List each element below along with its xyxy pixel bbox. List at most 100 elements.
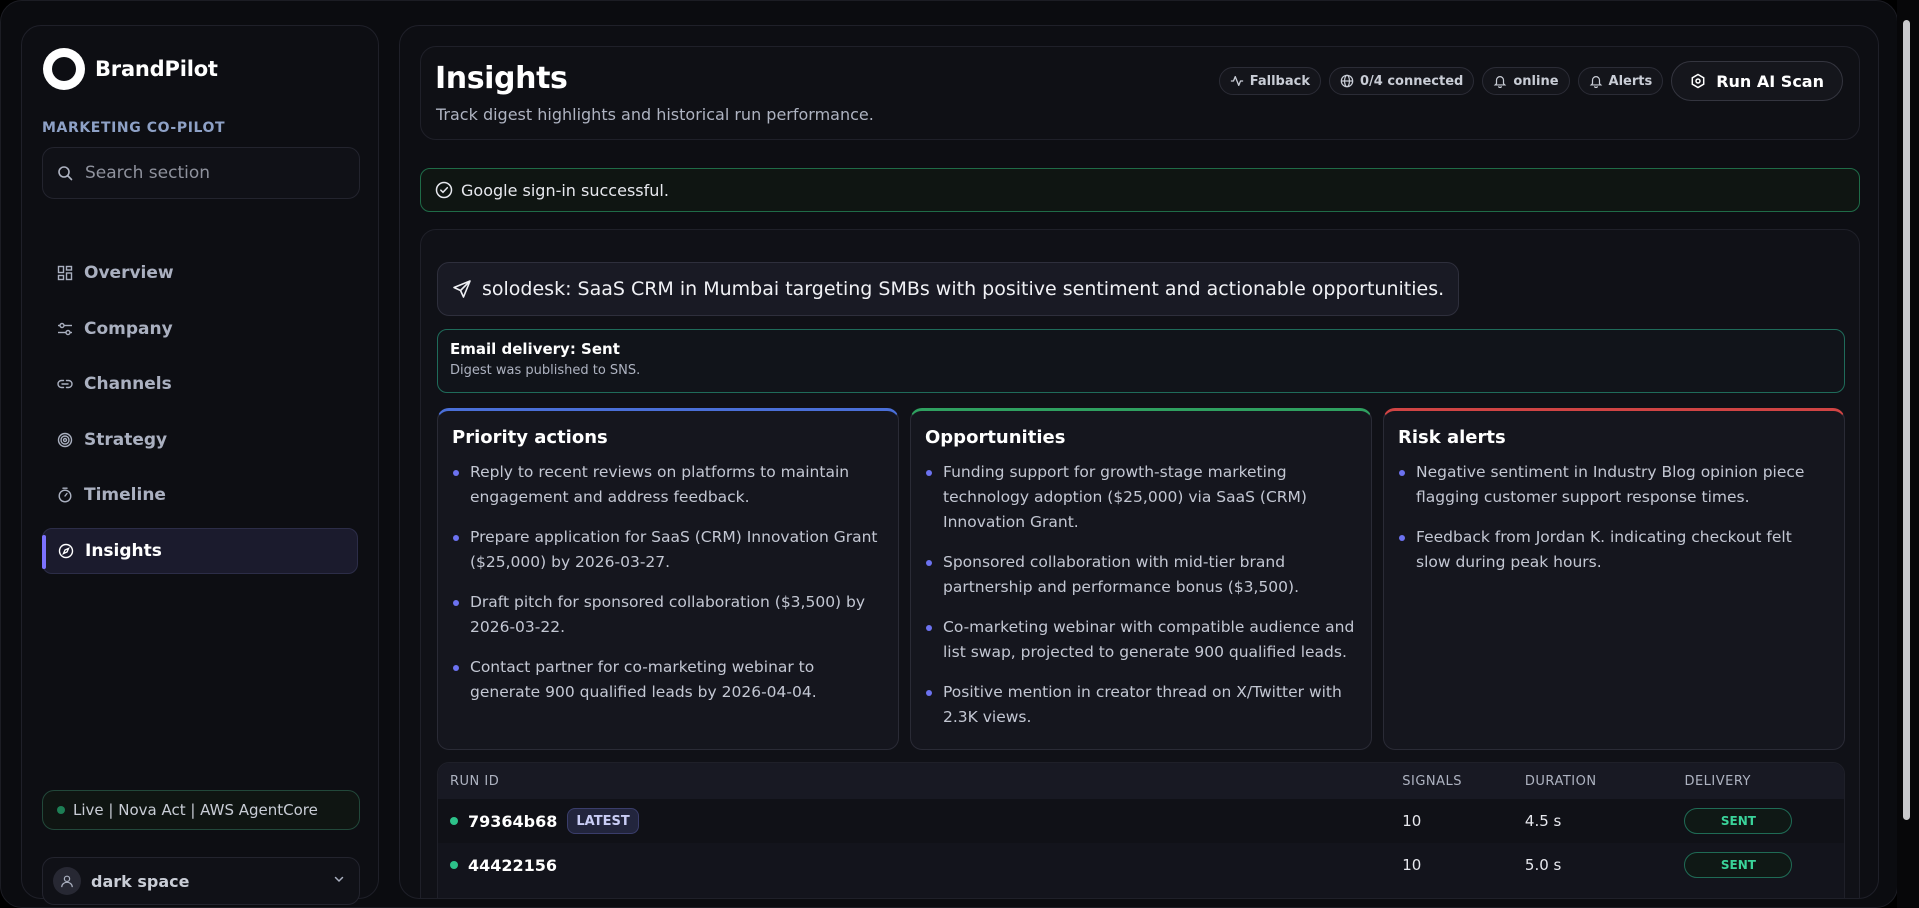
column-header-delivery: DELIVERY (1684, 773, 1752, 789)
column-header-signals: SIGNALS (1402, 773, 1463, 789)
chevron-down-icon (333, 873, 345, 885)
email-delivery-status: Email delivery: Sent Digest was publishe… (437, 329, 1845, 393)
table-row[interactable]: 44422156 10 5.0 s SENT (438, 843, 1844, 887)
status-dot-icon (57, 806, 65, 814)
sliders-icon (56, 320, 74, 338)
sidebar-item-timeline[interactable]: Timeline (42, 472, 358, 518)
list-item: Funding support for growth-stage marketi… (925, 460, 1357, 535)
digest-summary: solodesk: SaaS CRM in Mumbai targeting S… (437, 262, 1460, 316)
page-header: Insights Track digest highlights and his… (420, 46, 1860, 140)
search-icon (57, 165, 73, 181)
app-window: BrandPilot MARKETING CO-PILOT Overview C… (0, 0, 1898, 908)
run-signals: 10 (1402, 812, 1422, 830)
sidebar-item-channels[interactable]: Channels (42, 361, 358, 407)
user-name: dark space (91, 871, 190, 891)
brand-logo-icon (43, 48, 85, 90)
hexagon-icon (1690, 73, 1706, 89)
table-header: RUN ID SIGNALS DURATION DELIVERY (438, 763, 1844, 799)
chip-label: 0/4 connected (1359, 73, 1464, 89)
run-button-label: Run AI Scan (1716, 71, 1824, 91)
target-icon (56, 431, 74, 449)
sidebar-item-insights[interactable]: Insights (42, 527, 358, 574)
sidebar-item-strategy[interactable]: Strategy (42, 417, 358, 463)
summary-text: solodesk: SaaS CRM in Mumbai targeting S… (482, 278, 1445, 300)
brand[interactable]: BrandPilot (43, 48, 218, 90)
sidebar-item-label: Insights (85, 540, 162, 561)
delivery-status-badge: SENT (1684, 852, 1793, 878)
card-title: Priority actions (452, 427, 608, 448)
connections-chip[interactable]: 0/4 connected (1328, 67, 1475, 95)
timer-icon (56, 486, 74, 504)
run-duration: 5.0 s (1524, 856, 1562, 874)
list-item: Feedback from Jordan K. indicating check… (1398, 525, 1830, 575)
sidebar-item-overview[interactable]: Overview (42, 250, 358, 296)
run-ai-scan-button[interactable]: Run AI Scan (1671, 61, 1843, 101)
banner-text: Google sign-in successful. (461, 180, 669, 200)
run-duration: 4.5 s (1524, 812, 1562, 830)
fallback-chip[interactable]: Fallback (1218, 67, 1321, 95)
globe-icon (1340, 74, 1354, 88)
page-title: Insights (435, 61, 568, 96)
avatar (53, 867, 81, 895)
list-item: Contact partner for co-marketing webinar… (452, 655, 884, 705)
grid-icon (56, 264, 74, 282)
success-banner: Google sign-in successful. (420, 168, 1860, 212)
list-item: Positive mention in creator thread on X/… (925, 680, 1357, 730)
run-id: 44422156 (468, 855, 558, 875)
delivery-status-badge: SENT (1684, 808, 1793, 834)
online-chip[interactable]: online (1482, 67, 1570, 95)
status-text: Live | Nova Act | AWS AgentCore (73, 801, 318, 819)
brand-name: BrandPilot (95, 57, 218, 81)
priority-actions-card: Priority actions Reply to recent reviews… (437, 408, 899, 750)
search-input[interactable] (85, 163, 335, 183)
insight-cards: Priority actions Reply to recent reviews… (437, 408, 1845, 750)
list-item: Prepare application for SaaS (CRM) Innov… (452, 525, 884, 575)
insights-content: solodesk: SaaS CRM in Mumbai targeting S… (420, 229, 1860, 898)
list-item: Sponsored collaboration with mid-tier br… (925, 550, 1357, 600)
list-item: Draft pitch for sponsored collaboration … (452, 590, 884, 640)
chip-label: online (1513, 73, 1559, 89)
run-id: 79364b68 (468, 811, 558, 831)
status-pill: Live | Nova Act | AWS AgentCore (42, 790, 360, 830)
chip-label: Fallback (1249, 73, 1310, 89)
latest-badge: LATEST (567, 808, 639, 834)
sidebar-item-label: Strategy (84, 429, 168, 450)
sidebar-item-label: Company (84, 318, 173, 339)
card-title: Risk alerts (1398, 427, 1506, 448)
sidebar-item-label: Overview (84, 263, 174, 283)
run-signals: 10 (1402, 856, 1422, 874)
risk-alerts-card: Risk alerts Negative sentiment in Indust… (1383, 408, 1845, 750)
link-icon (56, 375, 74, 393)
email-status-detail: Digest was published to SNS. (450, 363, 641, 378)
list-item: Co-marketing webinar with compatible aud… (925, 615, 1357, 665)
card-title: Opportunities (925, 427, 1066, 448)
page-subtitle: Track digest highlights and historical r… (436, 105, 874, 124)
column-header-run-id: RUN ID (450, 773, 500, 789)
chip-label: Alerts (1608, 73, 1653, 89)
opportunities-card: Opportunities Funding support for growth… (910, 408, 1372, 750)
activity-icon (1230, 74, 1244, 88)
bell-icon (1493, 74, 1507, 88)
email-status-title: Email delivery: Sent (450, 340, 620, 358)
table-row[interactable]: 79364b68 LATEST 10 4.5 s SENT (438, 799, 1844, 843)
send-icon (452, 279, 472, 299)
main-panel: Insights Track digest highlights and his… (399, 25, 1879, 899)
run-history-table: RUN ID SIGNALS DURATION DELIVERY 79364b6… (437, 762, 1845, 898)
alerts-chip[interactable]: Alerts (1577, 67, 1664, 95)
sidebar-nav: Overview Company Channels Strategy Timel… (42, 250, 358, 583)
scrollbar-thumb[interactable] (1903, 20, 1910, 820)
sidebar-item-label: Timeline (84, 485, 166, 505)
search-box[interactable] (42, 147, 360, 199)
sidebar-item-label: Channels (84, 374, 172, 394)
check-circle-icon (435, 181, 453, 199)
column-header-duration: DURATION (1524, 773, 1597, 789)
list-item: Negative sentiment in Industry Blog opin… (1398, 460, 1830, 510)
sidebar-item-company[interactable]: Company (42, 306, 358, 352)
page-scrollbar[interactable] (1897, 0, 1919, 908)
user-menu[interactable]: dark space (42, 857, 360, 905)
compass-icon (57, 542, 75, 560)
run-status-dot-icon (450, 861, 458, 869)
sidebar: BrandPilot MARKETING CO-PILOT Overview C… (21, 25, 379, 905)
bell-icon (1589, 74, 1603, 88)
header-actions: Fallback 0/4 connected online Alerts Run… (1218, 61, 1843, 101)
